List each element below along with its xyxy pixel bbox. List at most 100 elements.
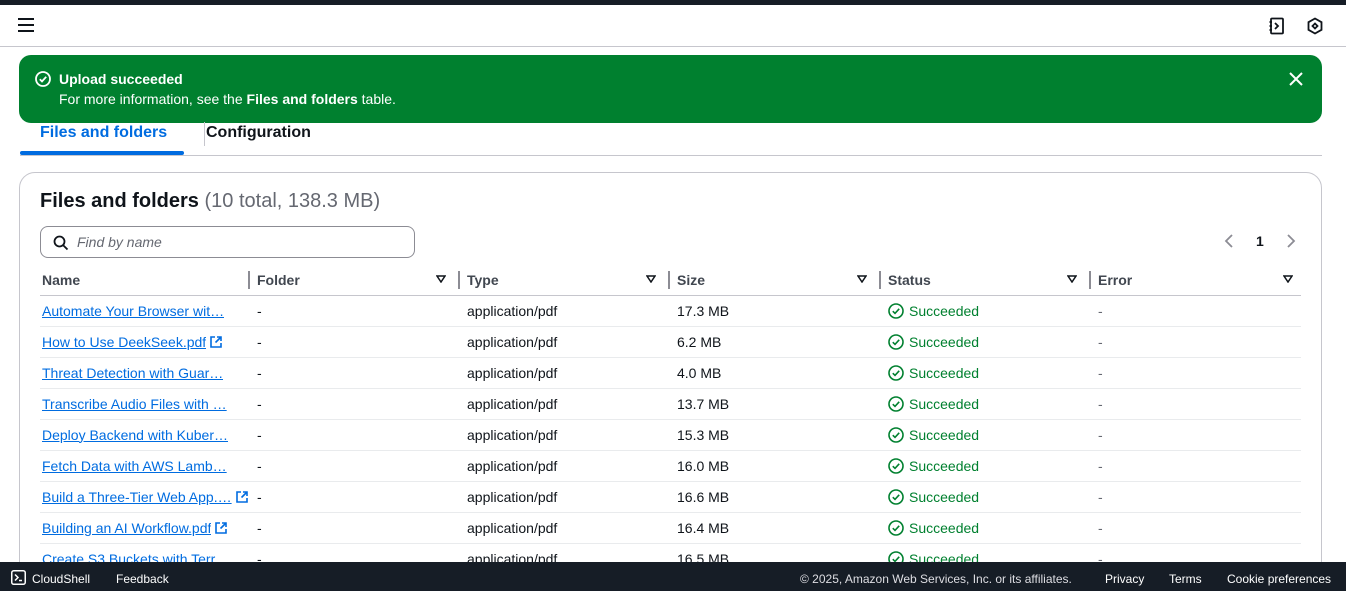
status-text: Succeeded (909, 488, 980, 505)
external-link-icon[interactable] (235, 490, 249, 504)
table-row[interactable]: Transcribe Audio Files with … - applicatio… (40, 388, 1301, 420)
cell-size: 4.0 MB (670, 357, 881, 389)
file-name-link[interactable]: Fetch Data with AWS Lamb… (42, 458, 227, 474)
cell-name: Transcribe Audio Files with … (40, 388, 250, 420)
files-table: Name Folder Type Size Status Error Autom… (40, 265, 1301, 575)
cell-error: - (1091, 419, 1301, 451)
search-box (40, 226, 415, 258)
next-page-icon[interactable] (1285, 233, 1297, 249)
cell-type: application/pdf (460, 512, 670, 544)
table-row[interactable]: Building an AI Workflow.pdf - application/… (40, 512, 1301, 544)
cell-folder: - (250, 295, 460, 327)
previous-page-icon[interactable] (1223, 233, 1235, 249)
privacy-link[interactable]: Privacy (1105, 572, 1144, 586)
cell-error: - (1091, 481, 1301, 513)
table-row[interactable]: Fetch Data with AWS Lamb… - application/pd… (40, 450, 1301, 482)
table-row[interactable]: Automate Your Browser wit… - application/p… (40, 295, 1301, 327)
file-name-link[interactable]: Building an AI Workflow.pdf (42, 520, 211, 536)
tab-configuration[interactable]: Configuration (206, 124, 311, 142)
file-name-link[interactable]: Threat Detection with Guar… (42, 365, 223, 381)
cell-status: Succeeded (881, 512, 1091, 544)
column-label: Status (888, 271, 931, 288)
tab-files-and-folders[interactable]: Files and folders (40, 124, 167, 142)
active-tab-indicator (20, 151, 184, 155)
cell-folder: - (250, 481, 460, 513)
status-indicator: Succeeded (888, 396, 1091, 412)
table-header-row: Name Folder Type Size Status Error (40, 265, 1301, 296)
current-page[interactable]: 1 (1256, 233, 1264, 249)
cell-status: Succeeded (881, 419, 1091, 451)
column-header-error[interactable]: Error (1091, 265, 1301, 296)
cloudshell-link[interactable]: CloudShell (32, 572, 90, 586)
cell-error: - (1091, 450, 1301, 482)
column-header-folder[interactable]: Folder (250, 265, 460, 296)
column-label: Error (1098, 271, 1133, 288)
cell-name: Deploy Backend with Kuber… (40, 419, 250, 451)
cell-type: application/pdf (460, 388, 670, 420)
sort-caret-icon[interactable] (1283, 275, 1293, 283)
feedback-link[interactable]: Feedback (116, 572, 169, 586)
file-name-link[interactable]: Transcribe Audio Files with … (42, 396, 227, 412)
cell-type: application/pdf (460, 450, 670, 482)
status-indicator: Succeeded (888, 458, 1091, 474)
status-indicator: Succeeded (888, 520, 1091, 536)
footer-bar: CloudShell Feedback © 2025, Amazon Web S… (0, 562, 1346, 591)
cell-name: Automate Your Browser wit… (40, 295, 250, 327)
cell-folder: - (250, 357, 460, 389)
column-header-size[interactable]: Size (670, 265, 881, 296)
notifications-panel-icon[interactable] (1267, 16, 1287, 36)
name-cell-content: Build a Three-Tier Web App.… (42, 489, 250, 505)
settings-hexagon-icon[interactable] (1305, 16, 1325, 36)
success-check-icon (888, 364, 904, 381)
cell-type: application/pdf (460, 295, 670, 327)
cell-size: 16.0 MB (670, 450, 881, 482)
table-row[interactable]: Build a Three-Tier Web App.… - application… (40, 481, 1301, 513)
success-check-icon (888, 457, 904, 474)
status-text: Succeeded (909, 364, 980, 381)
cloudshell-icon[interactable] (11, 570, 26, 585)
banner-title: Upload succeeded (59, 71, 183, 87)
external-link-icon[interactable] (214, 521, 228, 535)
table-row[interactable]: Deploy Backend with Kuber… - application/p… (40, 419, 1301, 451)
name-cell-content: Fetch Data with AWS Lamb… (42, 458, 250, 474)
cell-status: Succeeded (881, 326, 1091, 358)
name-cell-content: Threat Detection with Guar… (42, 365, 250, 381)
status-indicator: Succeeded (888, 427, 1091, 443)
sort-caret-icon[interactable] (646, 275, 656, 283)
column-header-name[interactable]: Name (40, 265, 250, 296)
external-link-icon[interactable] (209, 335, 223, 349)
file-name-link[interactable]: How to Use DeekSeek.pdf (42, 334, 206, 350)
status-text: Succeeded (909, 457, 980, 474)
file-name-link[interactable]: Automate Your Browser wit… (42, 303, 224, 319)
menu-icon[interactable] (18, 18, 34, 32)
banner-message-bold: Files and folders (246, 91, 358, 107)
column-label: Type (467, 271, 499, 288)
cell-name: Build a Three-Tier Web App.… (40, 481, 250, 513)
status-text: Succeeded (909, 519, 980, 536)
column-header-status[interactable]: Status (881, 265, 1091, 296)
sort-caret-icon[interactable] (1067, 275, 1077, 283)
status-text: Succeeded (909, 395, 980, 412)
cookie-preferences-link[interactable]: Cookie preferences (1227, 572, 1331, 586)
table-row[interactable]: How to Use DeekSeek.pdf - application/pdf 6… (40, 326, 1301, 358)
cell-type: application/pdf (460, 419, 670, 451)
success-check-icon (888, 488, 904, 505)
file-name-link[interactable]: Build a Three-Tier Web App.… (42, 489, 232, 505)
column-label: Size (677, 271, 706, 288)
status-text: Succeeded (909, 302, 980, 319)
cell-status: Succeeded (881, 357, 1091, 389)
terms-link[interactable]: Terms (1169, 572, 1202, 586)
sort-caret-icon[interactable] (857, 275, 867, 283)
cell-folder: - (250, 450, 460, 482)
cell-error: - (1091, 512, 1301, 544)
status-text: Succeeded (909, 333, 980, 350)
top-bar (0, 5, 1346, 47)
table-row[interactable]: Threat Detection with Guar… - application/… (40, 357, 1301, 389)
file-name-link[interactable]: Deploy Backend with Kuber… (42, 427, 228, 443)
sort-caret-icon[interactable] (436, 275, 446, 283)
column-header-type[interactable]: Type (460, 265, 670, 296)
search-input[interactable] (77, 232, 397, 252)
close-icon[interactable] (1288, 71, 1304, 87)
banner-message-suffix: table. (357, 91, 396, 107)
success-check-icon (888, 519, 904, 536)
